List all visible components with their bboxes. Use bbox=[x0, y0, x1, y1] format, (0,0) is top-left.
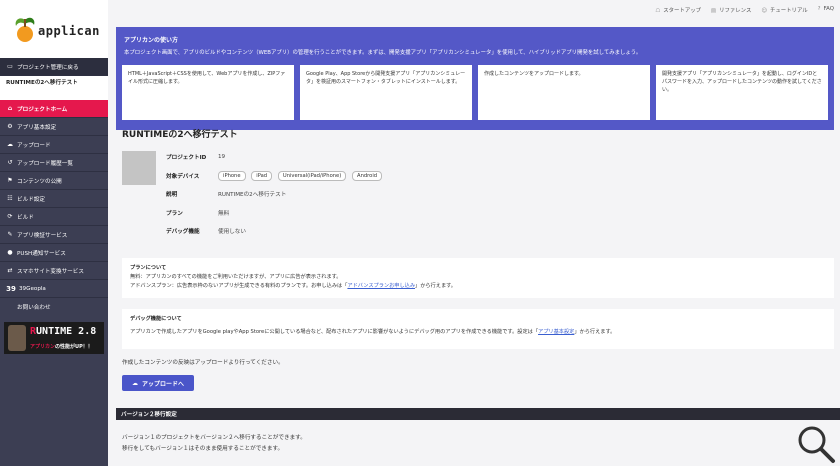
sidebar-item-label: ビルド bbox=[17, 214, 34, 221]
device-tag: Universal(iPad/iPhone) bbox=[277, 171, 347, 181]
convert-icon: ⇄ bbox=[7, 267, 13, 274]
project-id-row: プロジェクトID 19 bbox=[166, 154, 226, 161]
plan-note: プランについて 無料：アプリカンのすべての機能をご利用いただけますが、アプリに広… bbox=[122, 258, 834, 298]
sidebar-item-build-settings[interactable]: ☷ ビルド設定 bbox=[0, 190, 108, 208]
usage-guide-panel: アプリカンの使い方 本プロジェクト画面で、アプリのビルドやコンテンツ（WEBアプ… bbox=[116, 27, 834, 130]
description-row: 説明 RUNTIMEの2へ移行テスト bbox=[166, 192, 287, 198]
guide-step-4: 開発支援アプリ「アプリカンシミュレータ」を起動し、ログインIDとパスワードを入力… bbox=[656, 65, 828, 120]
applican-logo-icon bbox=[15, 17, 35, 42]
sidebar-item-push[interactable]: ● PUSH通知サービス bbox=[0, 244, 108, 262]
sidebar-item-app-settings[interactable]: ⚙ アプリ基本設定 bbox=[0, 118, 108, 136]
brand-name: applican bbox=[38, 24, 100, 38]
sidebar-item-label: スマホサイト変換サービス bbox=[17, 268, 84, 275]
device-tag: iPad bbox=[251, 171, 273, 181]
startup-icon: ☖ bbox=[655, 8, 661, 14]
debug-note-text: アプリカンで作成したアプリをGoogle playやApp Storeに公開して… bbox=[130, 329, 616, 335]
sidebar-item-build[interactable]: ⟳ ビルド bbox=[0, 208, 108, 226]
sidebar: applican ▭ プロジェクト管理に戻る RUNTIMEの2へ移行テスト ⌂… bbox=[0, 0, 108, 466]
guide-step-1: HTML＋JavaScript＋CSSを使用して、Webアプリを作成し、ZIPフ… bbox=[122, 65, 294, 120]
debug-note-title: デバッグ機能について bbox=[130, 316, 182, 322]
logo[interactable]: applican bbox=[0, 0, 108, 58]
sidebar-item-app-verification[interactable]: ✎ アプリ検証サービス bbox=[0, 226, 108, 244]
back-label: プロジェクト管理に戻る bbox=[17, 64, 79, 71]
runtime-banner[interactable]: RUNTIME 2.8 アプリカンの性能がUP！！ bbox=[4, 322, 104, 354]
refresh-icon: ⟳ bbox=[7, 213, 13, 220]
sidebar-item-label: PUSH通知サービス bbox=[17, 250, 66, 257]
wrench-icon: ✎ bbox=[7, 231, 13, 238]
sidebar-item-label: コンテンツの公開 bbox=[17, 178, 62, 185]
top-link-faq[interactable]: ? FAQ bbox=[818, 6, 834, 14]
plan-note-advance: アドバンスプラン：広告表示枠のないアプリが生成できる有料のプランです。お申し込み… bbox=[130, 283, 456, 289]
sidebar-item-upload[interactable]: ☁ アップロード bbox=[0, 136, 108, 154]
plan-note-free: 無料：アプリカンのすべての機能をご利用いただけますが、アプリに広告が表示されます… bbox=[130, 274, 342, 280]
app-settings-link[interactable]: アプリ基本設定 bbox=[538, 329, 574, 335]
top-links: ☖ スタートアップ ▤ リファレンス ☺ チュートリアル ? FAQ bbox=[655, 6, 834, 14]
debug-row: デバッグ機能 使用しない bbox=[166, 229, 246, 235]
guide-step-2: Google Play、App Storeから開発支援アプリ「アプリカンシミュレ… bbox=[300, 65, 472, 120]
page-title: RUNTIMEの2へ移行テスト bbox=[122, 130, 238, 140]
sidebar-item-label: 39Geopla bbox=[19, 285, 46, 292]
device-tag: iPhone bbox=[218, 171, 246, 181]
upload-button[interactable]: ☁ アップロードへ bbox=[122, 375, 194, 391]
settings-icon: ☷ bbox=[7, 195, 13, 202]
sidebar-project-name: RUNTIMEの2へ移行テスト bbox=[0, 76, 108, 100]
v2-migration-text: バージョン１のプロジェクトをバージョン２へ移行することができます。 移行をしても… bbox=[122, 435, 306, 452]
top-link-startup[interactable]: ☖ スタートアップ bbox=[655, 6, 701, 14]
sidebar-item-content-publish[interactable]: ⚑ コンテンツの公開 bbox=[0, 172, 108, 190]
sidebar-item-label: ビルド設定 bbox=[17, 196, 45, 203]
home-icon: ⌂ bbox=[7, 105, 13, 112]
guide-step-3: 作成したコンテンツをアップロードします。 bbox=[478, 65, 650, 120]
banner-subtitle: アプリカンの性能がUP！！ bbox=[30, 344, 93, 350]
debug-note: デバッグ機能について アプリカンで作成したアプリをGoogle playやApp… bbox=[122, 309, 834, 349]
history-icon: ↺ bbox=[7, 159, 13, 166]
advance-plan-link[interactable]: アドバンスプランお申し込み bbox=[347, 283, 415, 289]
tutorial-icon: ☺ bbox=[761, 8, 767, 14]
sidebar-item-contact[interactable]: お問い合わせ bbox=[0, 298, 108, 316]
device-tag: Android bbox=[352, 171, 383, 181]
monitor-icon: ▭ bbox=[7, 63, 13, 70]
guide-title: アプリカンの使い方 bbox=[124, 37, 179, 44]
faq-icon: ? bbox=[817, 6, 821, 12]
banner-title: RUNTIME 2.8 bbox=[30, 326, 97, 337]
top-link-tutorial[interactable]: ☺ チュートリアル bbox=[761, 6, 807, 14]
gear-icon: ⚙ bbox=[7, 123, 13, 130]
book-icon: ▤ bbox=[711, 8, 717, 14]
magnifier-icon[interactable] bbox=[796, 424, 836, 464]
sidebar-item-label: プロジェクトホーム bbox=[17, 106, 68, 113]
project-id-value: 19 bbox=[218, 154, 226, 160]
plan-note-title: プランについて bbox=[130, 265, 167, 271]
flag-icon: ⚑ bbox=[7, 177, 13, 184]
back-to-projects-button[interactable]: ▭ プロジェクト管理に戻る bbox=[0, 58, 108, 76]
sidebar-item-label: アプリ検証サービス bbox=[17, 232, 68, 239]
guide-description: 本プロジェクト画面で、アプリのビルドやコンテンツ（WEBアプリ）の管理を行うこと… bbox=[124, 50, 642, 56]
upload-hint: 作成したコンテンツの反映はアップロードより行ってください。 bbox=[122, 360, 284, 366]
sidebar-item-label: アップロード履歴一覧 bbox=[17, 160, 73, 167]
sidebar-item-label: アップロード bbox=[17, 142, 51, 149]
sidebar-item-39geopla[interactable]: 39 39Geopla bbox=[0, 280, 108, 298]
devices-row: 対象デバイス iPhone iPad Universal(iPad/iPhone… bbox=[166, 171, 386, 181]
sidebar-item-smartphone-convert[interactable]: ⇄ スマホサイト変換サービス bbox=[0, 262, 108, 280]
banner-person-image bbox=[8, 325, 26, 351]
v2-migration-header: バージョン２移行設定 bbox=[116, 408, 840, 420]
sidebar-item-label: お問い合わせ bbox=[17, 305, 51, 311]
cloud-upload-icon: ☁ bbox=[131, 379, 138, 387]
top-bar: ☖ スタートアップ ▤ リファレンス ☺ チュートリアル ? FAQ bbox=[108, 0, 840, 20]
sidebar-item-project-home[interactable]: ⌂ プロジェクトホーム bbox=[0, 100, 108, 118]
cloud-upload-icon: ☁ bbox=[7, 141, 13, 148]
39-icon: 39 bbox=[6, 284, 16, 293]
plan-row: プラン 無料 bbox=[166, 211, 230, 217]
sidebar-item-upload-history[interactable]: ↺ アップロード履歴一覧 bbox=[0, 154, 108, 172]
top-link-reference[interactable]: ▤ リファレンス bbox=[711, 6, 751, 14]
chat-icon: ● bbox=[7, 249, 13, 256]
sidebar-item-label: アプリ基本設定 bbox=[17, 124, 57, 131]
project-thumbnail bbox=[122, 151, 156, 185]
